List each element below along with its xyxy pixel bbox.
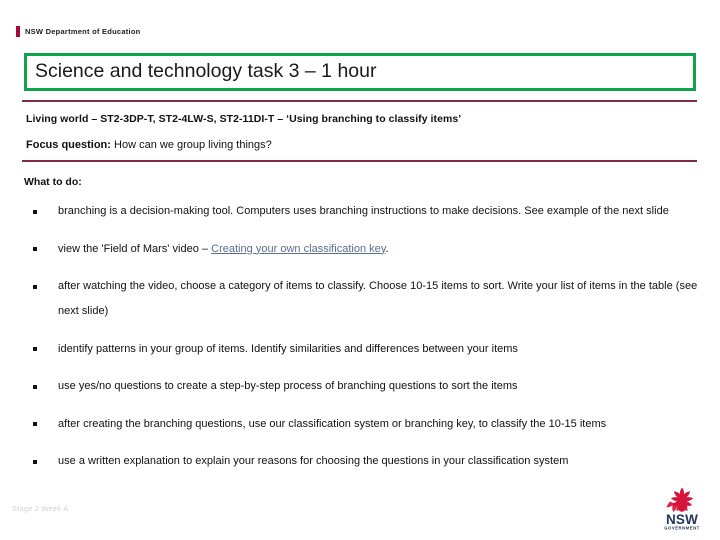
- list-item-text: identify patterns in your group of items…: [58, 337, 708, 362]
- list-item: use a written explanation to explain you…: [24, 449, 708, 474]
- list-item-text: use yes/no questions to create a step-by…: [58, 374, 708, 399]
- list-item: view the 'Field of Mars' video – Creatin…: [24, 237, 708, 262]
- list-item-text-pre: view the 'Field of Mars' video –: [58, 242, 212, 255]
- page-title: Science and technology task 3 – 1 hour: [35, 60, 377, 83]
- waratah-icon: [666, 487, 694, 512]
- bullet-marker-icon: [24, 412, 58, 437]
- brand-lockup: NSW Department of Education: [16, 25, 141, 37]
- brand-accent-bar: [16, 25, 20, 37]
- bullet-marker-icon: [24, 449, 58, 474]
- divider-middle: [22, 160, 697, 162]
- focus-question-text: How can we group living things?: [114, 139, 272, 151]
- list-item-text-pre: branching is a decision-making tool. Com…: [58, 205, 669, 217]
- syllabus-outcomes: Living world – ST2-3DP-T, ST2-4LW-S, ST2…: [26, 113, 462, 125]
- list-item: use yes/no questions to create a step-by…: [24, 374, 708, 399]
- divider-top: [22, 100, 697, 102]
- what-to-do-list: branching is a decision-making tool. Com…: [24, 199, 708, 487]
- list-item-text-pre: after creating the branching questions, …: [58, 417, 607, 430]
- list-item-text-pre: after watching the video, choose a categ…: [58, 280, 698, 317]
- list-item-text: after watching the video, choose a categ…: [58, 274, 708, 324]
- focus-question: Focus question: How can we group living …: [26, 139, 272, 151]
- government-subtext: GOVERNMENT: [664, 526, 700, 531]
- list-item-text: view the 'Field of Mars' video – Creatin…: [58, 237, 708, 262]
- bullet-marker-icon: [24, 199, 58, 224]
- bullet-marker-icon: [24, 374, 58, 399]
- list-item: after watching the video, choose a categ…: [24, 274, 708, 324]
- list-item-text: branching is a decision-making tool. Com…: [58, 199, 708, 224]
- slide-title-box: Science and technology task 3 – 1 hour: [24, 53, 696, 91]
- list-item-text-pre: use a written explanation to explain you…: [58, 455, 569, 467]
- brand-header: NSW Department of Education: [0, 0, 720, 46]
- list-item: after creating the branching questions, …: [24, 412, 708, 437]
- classification-key-link[interactable]: Creating your own classification key: [211, 243, 385, 255]
- list-item: branching is a decision-making tool. Com…: [24, 199, 708, 224]
- department-name: NSW Department of Education: [25, 26, 141, 36]
- what-to-do-heading: What to do:: [24, 176, 82, 188]
- bullet-marker-icon: [24, 337, 58, 362]
- list-item-text-pre: use yes/no questions to create a step-by…: [58, 380, 518, 392]
- slide-footer-note: Stage 2 Week A: [12, 504, 69, 513]
- list-item-text: after creating the branching questions, …: [58, 412, 708, 437]
- list-item-text-post: .: [385, 242, 389, 255]
- focus-question-label: Focus question:: [26, 139, 111, 151]
- bullet-marker-icon: [24, 274, 58, 299]
- list-item: identify patterns in your group of items…: [24, 337, 708, 362]
- list-item-text-pre: identify patterns in your group of items…: [58, 342, 518, 355]
- nsw-government-logo: NSW GOVERNMENT: [656, 486, 708, 532]
- bullet-marker-icon: [24, 237, 58, 262]
- list-item-text: use a written explanation to explain you…: [58, 449, 708, 474]
